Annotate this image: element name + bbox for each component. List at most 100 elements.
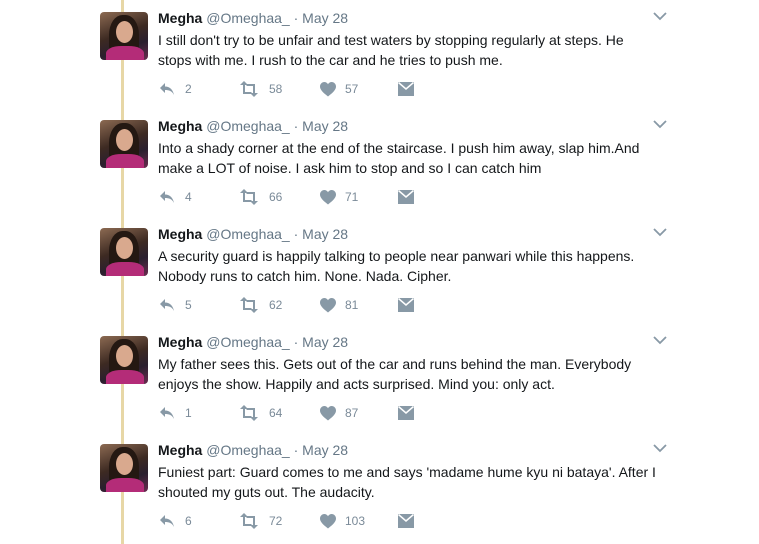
reply-icon xyxy=(160,83,174,95)
retweet-button[interactable]: 64 xyxy=(238,404,282,422)
tweet-date[interactable]: May 28 xyxy=(302,118,348,134)
direct-message-button[interactable] xyxy=(398,512,414,530)
envelope-icon xyxy=(398,406,414,420)
reply-count: 4 xyxy=(185,190,192,204)
heart-icon xyxy=(320,189,336,204)
separator-dot: · xyxy=(293,226,299,242)
reply-count: 5 xyxy=(185,298,192,312)
tweet-item[interactable]: Megha @Omeghaa_ · May 28 Into a shady co… xyxy=(0,108,759,216)
envelope-icon xyxy=(398,82,414,96)
retweet-count: 62 xyxy=(269,298,283,312)
chevron-down-icon[interactable] xyxy=(652,225,668,239)
tweet-header: Megha @Omeghaa_ · May 28 xyxy=(158,226,348,243)
tweet-item[interactable]: Megha @Omeghaa_ · May 28 A security guar… xyxy=(0,216,759,324)
retweet-button[interactable]: 72 xyxy=(238,512,282,530)
chevron-down-icon[interactable] xyxy=(652,9,668,23)
like-count: 71 xyxy=(345,190,359,204)
avatar[interactable] xyxy=(100,12,148,60)
tweet-text: Funiest part: Guard comes to me and says… xyxy=(158,464,656,500)
tweet-item[interactable]: Megha @Omeghaa_ · May 28 I still don't t… xyxy=(0,0,759,108)
tweet-date[interactable]: May 28 xyxy=(302,442,348,458)
like-button[interactable]: 57 xyxy=(320,80,358,98)
author-handle[interactable]: @Omeghaa_ xyxy=(206,226,289,242)
chevron-down-icon[interactable] xyxy=(652,117,668,131)
direct-message-button[interactable] xyxy=(398,404,414,422)
reply-button[interactable]: 6 xyxy=(158,512,192,530)
separator-dot: · xyxy=(293,334,299,350)
author-name[interactable]: Megha xyxy=(158,10,202,26)
reply-icon xyxy=(160,299,174,311)
tweet-date[interactable]: May 28 xyxy=(302,334,348,350)
author-name[interactable]: Megha xyxy=(158,442,202,458)
avatar[interactable] xyxy=(100,120,148,168)
reply-count: 1 xyxy=(185,406,192,420)
tweet-text: Into a shady corner at the end of the st… xyxy=(158,140,640,176)
heart-icon xyxy=(320,405,336,420)
reply-button[interactable]: 4 xyxy=(158,188,192,206)
tweet-actions: 4 66 71 xyxy=(158,188,458,206)
direct-message-button[interactable] xyxy=(398,188,414,206)
retweet-button[interactable]: 58 xyxy=(238,80,282,98)
reply-button[interactable]: 5 xyxy=(158,296,192,314)
direct-message-button[interactable] xyxy=(398,296,414,314)
reply-icon xyxy=(160,515,174,527)
tweet-actions: 5 62 81 xyxy=(158,296,458,314)
envelope-icon xyxy=(398,514,414,528)
tweet-text: A security guard is happily talking to p… xyxy=(158,248,635,284)
like-button[interactable]: 71 xyxy=(320,188,358,206)
reply-icon xyxy=(160,407,174,419)
tweet-date[interactable]: May 28 xyxy=(302,10,348,26)
retweet-button[interactable]: 66 xyxy=(238,188,282,206)
like-button[interactable]: 103 xyxy=(320,512,365,530)
reply-count: 2 xyxy=(185,82,192,96)
reply-button[interactable]: 1 xyxy=(158,404,192,422)
retweet-icon xyxy=(240,513,258,529)
reply-count: 6 xyxy=(185,514,192,528)
like-count: 103 xyxy=(345,514,366,528)
tweet-item[interactable]: Megha @Omeghaa_ · May 28 Funiest part: G… xyxy=(0,432,759,540)
like-count: 81 xyxy=(345,298,359,312)
author-handle[interactable]: @Omeghaa_ xyxy=(206,118,289,134)
like-count: 57 xyxy=(345,82,359,96)
envelope-icon xyxy=(398,190,414,204)
tweet-text: My father sees this. Gets out of the car… xyxy=(158,356,632,392)
separator-dot: · xyxy=(293,442,299,458)
author-name[interactable]: Megha xyxy=(158,226,202,242)
tweet-item[interactable]: Megha @Omeghaa_ · May 28 My father sees … xyxy=(0,324,759,432)
separator-dot: · xyxy=(293,10,299,26)
retweet-icon xyxy=(240,405,258,421)
author-handle[interactable]: @Omeghaa_ xyxy=(206,334,289,350)
separator-dot: · xyxy=(293,118,299,134)
retweet-count: 72 xyxy=(269,514,283,528)
author-name[interactable]: Megha xyxy=(158,334,202,350)
like-button[interactable]: 87 xyxy=(320,404,358,422)
tweet-header: Megha @Omeghaa_ · May 28 xyxy=(158,442,348,459)
tweet-date[interactable]: May 28 xyxy=(302,226,348,242)
tweet-header: Megha @Omeghaa_ · May 28 xyxy=(158,10,348,27)
tweet-actions: 6 72 103 xyxy=(158,512,458,530)
retweet-icon xyxy=(240,297,258,313)
retweet-button[interactable]: 62 xyxy=(238,296,282,314)
author-name[interactable]: Megha xyxy=(158,118,202,134)
envelope-icon xyxy=(398,298,414,312)
tweet-header: Megha @Omeghaa_ · May 28 xyxy=(158,118,348,135)
author-handle[interactable]: @Omeghaa_ xyxy=(206,10,289,26)
like-button[interactable]: 81 xyxy=(320,296,358,314)
tweet-text: I still don't try to be unfair and test … xyxy=(158,32,624,68)
avatar[interactable] xyxy=(100,444,148,492)
chevron-down-icon[interactable] xyxy=(652,441,668,455)
retweet-icon xyxy=(240,189,258,205)
retweet-icon xyxy=(240,81,258,97)
direct-message-button[interactable] xyxy=(398,80,414,98)
tweet-header: Megha @Omeghaa_ · May 28 xyxy=(158,334,348,351)
chevron-down-icon[interactable] xyxy=(652,333,668,347)
avatar[interactable] xyxy=(100,336,148,384)
heart-icon xyxy=(320,81,336,96)
tweet-actions: 1 64 87 xyxy=(158,404,458,422)
avatar[interactable] xyxy=(100,228,148,276)
reply-icon xyxy=(160,191,174,203)
author-handle[interactable]: @Omeghaa_ xyxy=(206,442,289,458)
reply-button[interactable]: 2 xyxy=(158,80,192,98)
like-count: 87 xyxy=(345,406,359,420)
retweet-count: 58 xyxy=(269,82,283,96)
